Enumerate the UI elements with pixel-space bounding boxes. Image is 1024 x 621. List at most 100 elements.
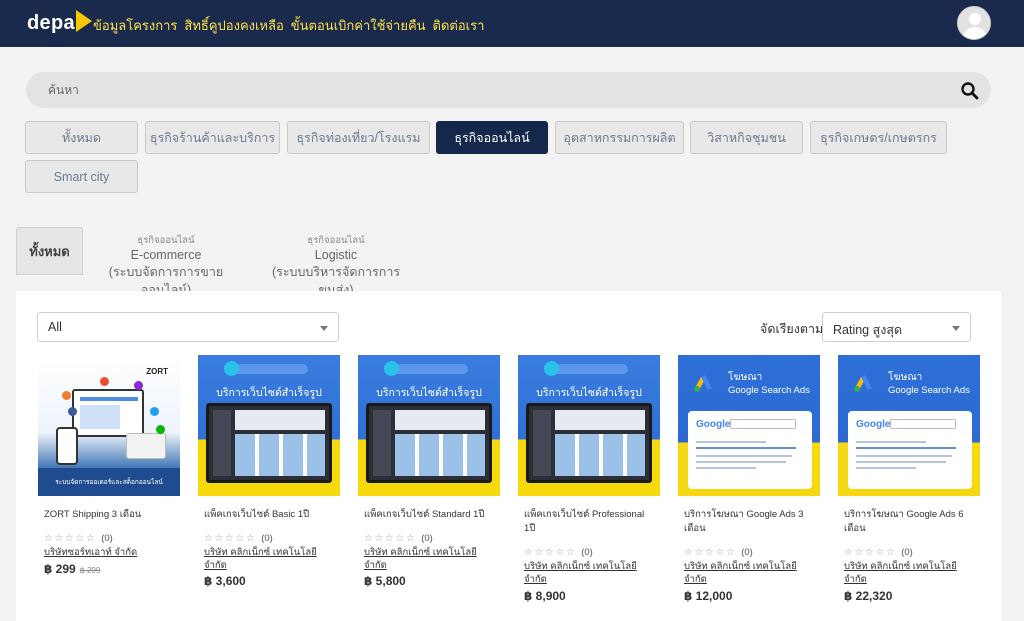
rating-count: (0) bbox=[421, 533, 433, 544]
product-image[interactable]: โฆษณา Google Search Ads Google bbox=[838, 355, 980, 496]
filter-select[interactable]: All bbox=[37, 312, 339, 342]
chevron-down-icon bbox=[952, 326, 960, 331]
product-image[interactable]: ZORT ระบบจัดการออเดอร์และสต็อกออนไลน์ bbox=[38, 355, 180, 496]
category-tab-retail-service[interactable]: ธุรกิจร้านค้าและบริการ bbox=[145, 121, 280, 154]
category-tab-community-enterprise[interactable]: วิสาหกิจชุมชน bbox=[690, 121, 803, 154]
subtab-ecommerce-category: ธุรกิจออนไลน์ bbox=[137, 235, 195, 246]
product-price: ฿ 12,000 bbox=[684, 589, 733, 603]
star-icons: ☆☆☆☆☆ bbox=[204, 533, 257, 544]
subtab-logistic-category: ธุรกิจออนไลน์ bbox=[307, 235, 365, 246]
thumb-subtitle: Google Search Ads bbox=[728, 385, 810, 396]
top-navbar: depa ข้อมูลโครงการ สิทธิ์คูปองคงเหลือ ขั… bbox=[0, 0, 1024, 47]
star-icons: ☆☆☆☆☆ bbox=[524, 547, 577, 558]
product-price: ฿ 5,800 bbox=[364, 574, 406, 588]
category-tab-smart-city[interactable]: Smart city bbox=[25, 160, 138, 193]
sort-label: จัดเรียงตาม bbox=[760, 322, 824, 336]
product-name[interactable]: บริการโฆษณา Google Ads 6 เดือน bbox=[844, 508, 978, 536]
phone-icon bbox=[56, 427, 78, 465]
mock-search-box bbox=[730, 419, 796, 429]
search-icon[interactable] bbox=[960, 81, 980, 101]
product-name[interactable]: ZORT Shipping 3 เดือน bbox=[44, 508, 178, 522]
category-tab-agriculture[interactable]: ธุรกิจเกษตร/เกษตรกร bbox=[810, 121, 947, 154]
laptop-icon bbox=[526, 403, 652, 483]
search-result-mock: Google bbox=[688, 411, 812, 489]
thumb-title: โฆษณา bbox=[888, 372, 923, 383]
product-name[interactable]: แพ็คเกจเว็บไซต์ Basic 1ปี bbox=[204, 508, 338, 522]
thumb-title: โฆษณา bbox=[728, 372, 763, 383]
avatar-body bbox=[963, 27, 987, 39]
printer-icon bbox=[126, 433, 166, 459]
thumb-title: บริการเว็บไซต์สำเร็จรูป bbox=[536, 387, 642, 399]
rating-stars: ☆☆☆☆☆ (0) bbox=[524, 547, 593, 558]
shop-link[interactable]: บริษัทซอร์ทเอาท์ จำกัด bbox=[44, 546, 166, 559]
facebook-icon bbox=[68, 407, 77, 416]
product-price: ฿ 299 ฿ 299 bbox=[44, 562, 100, 576]
product-image[interactable]: บริการเว็บไซต์สำเร็จรูป bbox=[358, 355, 500, 496]
google-wordmark: Google bbox=[696, 419, 731, 430]
user-avatar-icon[interactable] bbox=[957, 6, 991, 40]
rating-count: (0) bbox=[741, 547, 753, 558]
shopee-icon bbox=[100, 377, 109, 386]
nav-contact[interactable]: ติดต่อเรา bbox=[433, 15, 485, 36]
nav-coupon-balance[interactable]: สิทธิ์คูปองคงเหลือ bbox=[184, 15, 283, 36]
category-tab-online-business[interactable]: ธุรกิจออนไลน์ bbox=[436, 121, 548, 154]
rating-count: (0) bbox=[581, 547, 593, 558]
shop-link[interactable]: บริษัท คลิกเน็กซ์ เทคโนโลยี จำกัด bbox=[684, 560, 806, 586]
product-image[interactable]: โฆษณา Google Search Ads Google bbox=[678, 355, 820, 496]
thumb-caption: ระบบจัดการออเดอร์และสต็อกออนไลน์ bbox=[55, 479, 163, 486]
rating-stars: ☆☆☆☆☆ (0) bbox=[44, 533, 113, 544]
category-tab-all[interactable]: ทั้งหมด bbox=[25, 121, 138, 154]
sort-select[interactable]: Rating สูงสุด bbox=[822, 312, 971, 342]
subtab-logistic[interactable]: ธุรกิจออนไลน์ Logistic (ระบบบริหารจัดการ… bbox=[260, 234, 412, 299]
product-price: ฿ 3,600 bbox=[204, 574, 246, 588]
star-icons: ☆☆☆☆☆ bbox=[684, 547, 737, 558]
thumb-title: บริการเว็บไซต์สำเร็จรูป bbox=[376, 387, 482, 399]
subtab-ecommerce[interactable]: ธุรกิจออนไลน์ E-commerce (ระบบจัดการการข… bbox=[90, 234, 242, 299]
shop-link[interactable]: บริษัท คลิกเน็กซ์ เทคโนโลยี จำกัด bbox=[844, 560, 966, 586]
avatar-head bbox=[969, 13, 981, 25]
mock-line bbox=[856, 461, 946, 463]
depa-logo[interactable]: depa bbox=[27, 10, 92, 36]
rating-count: (0) bbox=[101, 533, 113, 544]
star-icons: ☆☆☆☆☆ bbox=[364, 533, 417, 544]
shop-link[interactable]: บริษัท คลิกเน็กซ์ เทคโนโลยี จำกัด bbox=[364, 546, 486, 572]
mock-line bbox=[696, 467, 756, 469]
rating-stars: ☆☆☆☆☆ (0) bbox=[684, 547, 753, 558]
google-ads-icon bbox=[694, 375, 712, 392]
marketplace-icon bbox=[134, 381, 143, 390]
product-price: ฿ 8,900 bbox=[524, 589, 566, 603]
product-image[interactable]: บริการเว็บไซต์สำเร็จรูป bbox=[198, 355, 340, 496]
nav-reimbursement-steps[interactable]: ขั้นตอนเบิกค่าใช้จ่ายคืน bbox=[291, 15, 426, 36]
laptop-icon bbox=[206, 403, 332, 483]
brand-logo bbox=[384, 361, 468, 376]
category-tab-manufacturing[interactable]: อุตสาหกรรมการผลิต bbox=[555, 121, 684, 154]
product-name[interactable]: บริการโฆษณา Google Ads 3 เดือน bbox=[684, 508, 818, 536]
monitor-icon bbox=[72, 389, 144, 437]
shop-link[interactable]: บริษัท คลิกเน็กซ์ เทคโนโลยี จำกัด bbox=[204, 546, 326, 572]
main-nav: ข้อมูลโครงการ สิทธิ์คูปองคงเหลือ ขั้นตอน… bbox=[93, 15, 491, 36]
search-bar bbox=[26, 72, 991, 108]
old-price: ฿ 299 bbox=[79, 566, 101, 575]
zort-logo: ZORT bbox=[146, 367, 168, 376]
nav-project-info[interactable]: ข้อมูลโครงการ bbox=[93, 15, 177, 36]
filter-select-value: All bbox=[48, 320, 62, 334]
search-result-mock: Google bbox=[848, 411, 972, 489]
laptop-icon bbox=[366, 403, 492, 483]
mock-search-box bbox=[890, 419, 956, 429]
mock-line bbox=[696, 447, 796, 449]
thumb-subtitle: Google Search Ads bbox=[888, 385, 970, 396]
rating-count: (0) bbox=[901, 547, 913, 558]
price-value: ฿ 299 bbox=[44, 562, 76, 576]
subtab-all[interactable]: ทั้งหมด bbox=[16, 227, 83, 275]
shop-link[interactable]: บริษัท คลิกเน็กซ์ เทคโนโลยี จำกัด bbox=[524, 560, 646, 586]
google-wordmark: Google bbox=[856, 419, 891, 430]
subtab-ecommerce-title: E-commerce bbox=[130, 248, 202, 262]
search-input[interactable] bbox=[48, 81, 928, 99]
product-name[interactable]: แพ็คเกจเว็บไซต์ Standard 1ปี bbox=[364, 508, 498, 522]
brand-logo bbox=[544, 361, 628, 376]
product-image[interactable]: บริการเว็บไซต์สำเร็จรูป bbox=[518, 355, 660, 496]
category-tab-tourism-hotel[interactable]: ธุรกิจท่องเที่ยว/โรงแรม bbox=[287, 121, 430, 154]
product-name[interactable]: แพ็คเกจเว็บไซต์ Professional 1ปี bbox=[524, 508, 658, 536]
rating-stars: ☆☆☆☆☆ (0) bbox=[204, 533, 273, 544]
subtab-logistic-title: Logistic bbox=[314, 248, 358, 262]
